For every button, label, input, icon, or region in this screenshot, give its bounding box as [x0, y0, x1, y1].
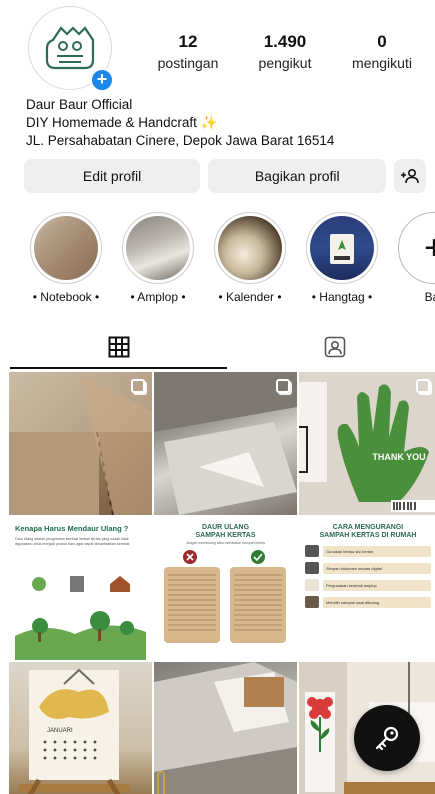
- post-thumbnail-4[interactable]: Kenapa Harus Mendaur Ulang ? Daur Ulang …: [9, 517, 152, 660]
- highlight-amplop[interactable]: • Amplop •: [112, 212, 204, 307]
- floating-key-button[interactable]: [354, 705, 420, 771]
- highlight-label: • Kalender •: [218, 290, 282, 304]
- post-thumbnail-2[interactable]: [154, 372, 297, 515]
- add-user-button[interactable]: [394, 159, 426, 193]
- post6-title-line2: SAMPAH KERTAS DI RUMAH: [319, 532, 417, 539]
- tip-thumbnail: [305, 596, 319, 608]
- post-thumbnail-7[interactable]: JANUARI: [9, 662, 152, 794]
- thank-you-text: THANK YOU: [372, 452, 425, 462]
- highlight-thumbnail: [126, 216, 190, 280]
- highlight-label: • Hangtag •: [311, 290, 373, 304]
- followers-label: pengikut: [258, 55, 312, 71]
- tip-text: Pergunakan kembali amplop: [323, 579, 431, 591]
- bio-address: JL. Persahabatan Cinere, Depok Jawa Bara…: [26, 133, 335, 148]
- stat-following[interactable]: 0 mengikuti: [334, 32, 430, 72]
- tip-thumbnail: [305, 562, 319, 574]
- highlight-label: Bar: [424, 290, 435, 304]
- avatar[interactable]: +: [28, 6, 114, 92]
- highlight-label: • Amplop •: [130, 290, 186, 304]
- add-story-icon[interactable]: +: [90, 68, 114, 92]
- grid-icon: [108, 336, 129, 358]
- highlight-hangtag[interactable]: • Hangtag •: [296, 212, 388, 307]
- share-profile-button[interactable]: Bagikan profil: [208, 159, 387, 193]
- tab-tagged[interactable]: [226, 325, 435, 369]
- followers-count: 1.490: [263, 32, 307, 51]
- profile-actions: Edit profil Bagikan profil: [24, 159, 426, 193]
- profile-stats: 12 postingan 1.490 pengikut 0 mengikuti: [140, 32, 430, 72]
- add-user-icon: [401, 168, 419, 184]
- tip-thumbnail: [305, 579, 319, 591]
- highlight-new[interactable]: + Bar: [388, 212, 435, 307]
- tip-row: Pergunakan kembali amplop: [305, 579, 431, 591]
- bio-text: DIY Homemade & Handcraft: [26, 115, 197, 130]
- tip-row: Gunakan kedua sisi kertas: [305, 545, 431, 557]
- sparkle-icon: ✨: [200, 115, 218, 130]
- tip-row: Simpan dokumen secara digital: [305, 562, 431, 574]
- post5-title-line2: SAMPAH KERTAS: [195, 532, 256, 539]
- tagged-person-icon: [324, 336, 345, 358]
- highlight-thumbnail: [310, 216, 374, 280]
- plus-icon: +: [424, 229, 435, 267]
- post-thumbnail-6[interactable]: CARA MENGURANGI SAMPAH KERTAS DI RUMAH G…: [299, 517, 435, 660]
- multiple-photos-icon: [416, 379, 430, 393]
- active-tab-indicator: [10, 367, 227, 369]
- highlight-thumbnail: [34, 216, 98, 280]
- highlight-notebook[interactable]: • Notebook •: [20, 212, 112, 307]
- highlight-kalender[interactable]: • Kalender •: [204, 212, 296, 307]
- following-label: mengikuti: [352, 55, 412, 71]
- bio-line: DIY Homemade & Handcraft ✨: [26, 114, 426, 132]
- post-thumbnail-8[interactable]: [154, 662, 297, 794]
- key-icon: [375, 726, 399, 751]
- post6-title-line1: CARA MENGURANGI: [332, 524, 404, 531]
- post-thumbnail-1[interactable]: [9, 372, 152, 515]
- post5-subtitle: Jangan membuang atau membakar sampah ker…: [185, 541, 266, 545]
- following-count: 0: [377, 32, 387, 51]
- highlight-thumbnail: [218, 216, 282, 280]
- profile-name: Daur Baur Official: [26, 97, 133, 112]
- tip-thumbnail: [305, 545, 319, 557]
- profile-tabs: [0, 325, 435, 371]
- edit-profile-button[interactable]: Edit profil: [24, 159, 201, 193]
- profile-bio: Daur Baur Official DIY Homemade & Handcr…: [26, 96, 426, 150]
- profile-header: + 12 postingan 1.490 pengikut 0 mengikut…: [0, 0, 435, 96]
- tip-text: Gunakan kedua sisi kertas: [323, 545, 431, 557]
- multiple-photos-icon: [131, 379, 145, 393]
- post-thumbnail-3[interactable]: THANK YOU: [299, 372, 435, 515]
- posts-label: postingan: [157, 55, 219, 71]
- highlight-label: • Notebook •: [32, 290, 100, 304]
- story-highlights: • Notebook • • Amplop • • Kalender • • H…: [20, 212, 435, 307]
- tab-posts-grid[interactable]: [10, 325, 227, 369]
- posts-count: 12: [178, 32, 198, 51]
- post-thumbnail-5[interactable]: DAUR ULANG SAMPAH KERTAS Jangan membuang…: [154, 517, 297, 660]
- infographic-body: Daur Ulang adalah pengolahan kembali lim…: [15, 537, 131, 546]
- infographic-title: Kenapa Harus Mendaur Ulang ?: [15, 524, 129, 533]
- stat-posts[interactable]: 12 postingan: [140, 32, 236, 72]
- post5-title-line1: DAUR ULANG: [201, 524, 250, 531]
- multiple-photos-icon: [276, 379, 290, 393]
- tip-row: Memilih sampah saat dibuang: [305, 596, 431, 608]
- calendar-month: JANUARI: [47, 728, 73, 734]
- tip-text: Memilih sampah saat dibuang: [323, 596, 431, 608]
- stat-followers[interactable]: 1.490 pengikut: [237, 32, 333, 72]
- tip-text: Simpan dokumen secara digital: [323, 562, 431, 574]
